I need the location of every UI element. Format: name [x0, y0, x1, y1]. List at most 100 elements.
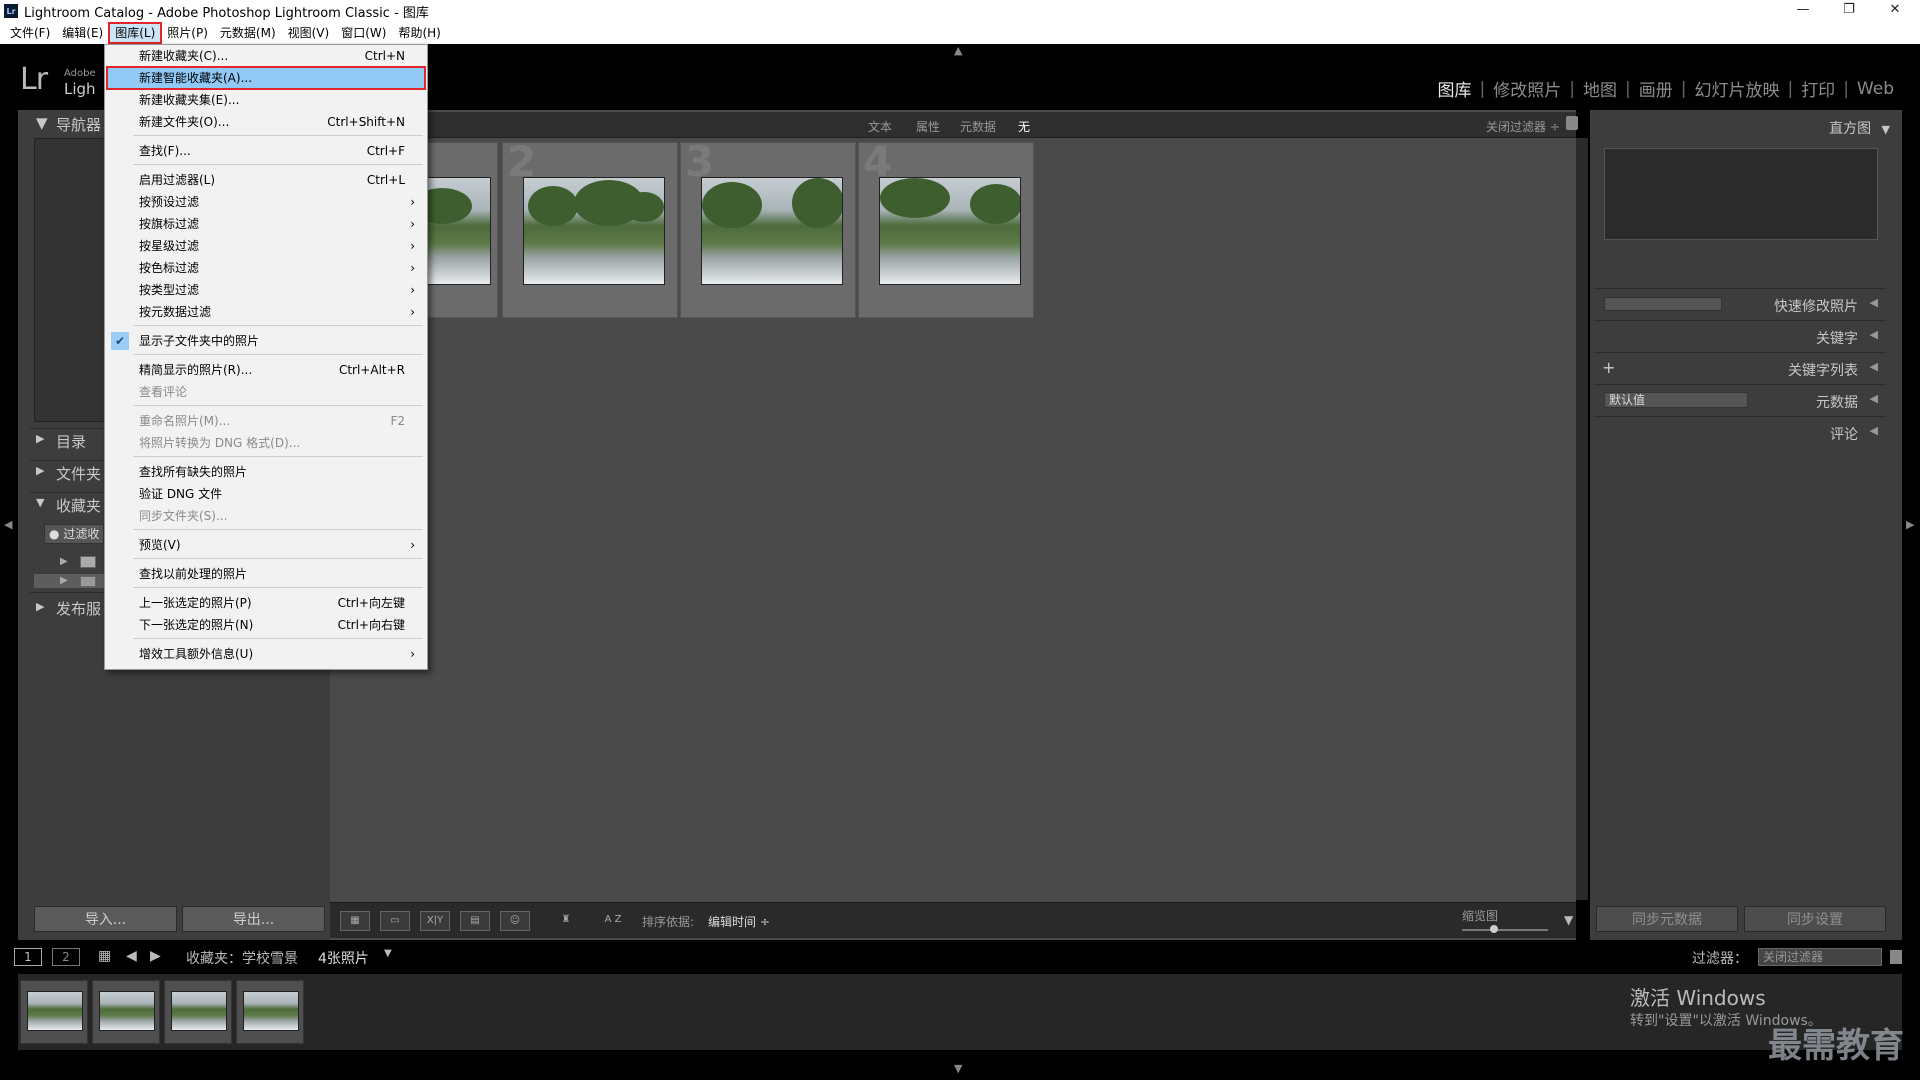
collections-header[interactable]: 收藏夹: [56, 495, 101, 516]
module-web[interactable]: Web: [1849, 79, 1902, 99]
menu-item-validate-dng[interactable]: 验证 DNG 文件: [107, 483, 425, 505]
menu-item-refine-photos[interactable]: 精简显示的照片(R)... Ctrl+Alt+R: [107, 359, 425, 381]
menu-item-find-missing-photos[interactable]: 查找所有缺失的照片: [107, 461, 425, 483]
filter-text[interactable]: 文本: [868, 118, 892, 135]
top-panel-arrow-icon[interactable]: ▲: [954, 44, 962, 57]
metadata-preset-select[interactable]: 默认值: [1604, 392, 1748, 408]
menu-item-filter-by-color[interactable]: 按色标过滤 ›: [107, 257, 425, 279]
menu-item-show-subfolder-photos[interactable]: ✔ 显示子文件夹中的照片: [107, 330, 425, 352]
menu-item-new-smart-collection[interactable]: 新建智能收藏夹(A)...: [106, 66, 426, 90]
menu-item-filter-by-rating[interactable]: 按星级过滤 ›: [107, 235, 425, 257]
menu-item-previous-selected-photo[interactable]: 上一张选定的照片(P) Ctrl+向左键: [107, 592, 425, 614]
compare-view-icon[interactable]: X|Y: [420, 911, 450, 931]
menu-item-enable-filters[interactable]: 启用过滤器(L) Ctrl+L: [107, 169, 425, 191]
filmstrip-thumbnail[interactable]: [164, 980, 232, 1044]
menu-view[interactable]: 视图(V): [282, 23, 336, 43]
loupe-view-icon[interactable]: ▭: [380, 911, 410, 931]
keywording-arrow-icon[interactable]: ◀: [1870, 328, 1878, 341]
menu-item-new-folder[interactable]: 新建文件夹(O)... Ctrl+Shift+N: [107, 111, 425, 133]
menu-window[interactable]: 窗口(W): [335, 23, 392, 43]
export-button[interactable]: 导出...: [182, 906, 325, 932]
menu-metadata[interactable]: 元数据(M): [214, 23, 282, 43]
filter-attribute[interactable]: 属性: [916, 118, 940, 135]
collection-arrow-icon[interactable]: ▶: [60, 575, 68, 586]
menu-item-plugin-extras[interactable]: 增效工具额外信息(U) ›: [107, 643, 425, 665]
restore-icon[interactable]: ❐: [1826, 0, 1872, 22]
comments-row[interactable]: 评论 ◀: [1594, 416, 1886, 448]
menu-item-new-collection[interactable]: 新建收藏夹(C)... Ctrl+N: [107, 45, 425, 67]
publish-header[interactable]: 发布服: [56, 598, 101, 619]
menu-item-next-selected-photo[interactable]: 下一张选定的照片(N) Ctrl+向右键: [107, 614, 425, 636]
filter-metadata[interactable]: 元数据: [960, 118, 996, 135]
metadata-arrow-icon[interactable]: ◀: [1870, 392, 1878, 405]
grid-cell[interactable]: 2: [502, 137, 678, 318]
sync-settings-button[interactable]: 同步设置: [1744, 906, 1886, 932]
menu-item-find[interactable]: 查找(F)... Ctrl+F: [107, 140, 425, 162]
keywording-row[interactable]: 关键字 ◀: [1594, 320, 1886, 352]
people-view-icon[interactable]: ☺: [500, 911, 530, 931]
sort-direction-icon[interactable]: A Z: [598, 911, 628, 931]
photo-count[interactable]: 4张照片: [318, 948, 369, 968]
grid-icon[interactable]: ▦: [98, 948, 111, 964]
module-develop[interactable]: 修改照片: [1485, 76, 1569, 101]
filter-none[interactable]: 无: [1018, 118, 1030, 135]
histogram-header[interactable]: 直方图 ▼: [1600, 118, 1890, 138]
menu-file[interactable]: 文件(F): [4, 23, 56, 43]
module-library[interactable]: 图库: [1430, 76, 1480, 101]
filmstrip-source[interactable]: 收藏夹：学校雪景: [186, 948, 298, 968]
folders-header[interactable]: 文件夹: [56, 463, 101, 484]
quick-develop-row[interactable]: 快速修改照片 ◀: [1594, 288, 1886, 320]
menu-item-filter-by-kind[interactable]: 按类型过滤 ›: [107, 279, 425, 301]
grid-scrollbar[interactable]: [1576, 138, 1588, 900]
photo-thumbnail[interactable]: [879, 177, 1021, 285]
thumbnail-size-slider[interactable]: [1462, 929, 1548, 931]
keyword-list-row[interactable]: + 关键字列表 ◀: [1594, 352, 1886, 384]
grid-cell[interactable]: 4: [858, 137, 1034, 318]
module-print[interactable]: 打印: [1793, 76, 1843, 101]
navigator-arrow-icon[interactable]: ▼: [36, 114, 48, 132]
catalog-header[interactable]: 目录: [56, 431, 86, 452]
catalog-arrow-icon[interactable]: ▶: [36, 432, 44, 445]
add-keyword-icon[interactable]: +: [1602, 358, 1615, 377]
menu-photo[interactable]: 照片(P): [161, 23, 214, 43]
navigator-header[interactable]: 导航器: [56, 114, 101, 135]
toolbar-menu-icon[interactable]: ▼: [1564, 913, 1573, 927]
grid-view-icon[interactable]: ▦: [340, 911, 370, 931]
collection-filter-input[interactable]: ● 过滤收: [44, 524, 104, 544]
import-button[interactable]: 导入...: [34, 906, 177, 932]
right-panel-toggle-icon[interactable]: ▶: [1906, 518, 1914, 531]
filter-preset-select[interactable]: 关闭过滤器 ÷: [1486, 118, 1560, 135]
metadata-row[interactable]: 默认值 元数据 ◀: [1594, 384, 1886, 416]
module-book[interactable]: 画册: [1631, 76, 1681, 101]
menu-item-previews[interactable]: 预览(V) ›: [107, 534, 425, 556]
histogram-arrow-icon[interactable]: ▼: [1882, 123, 1890, 136]
menu-item-new-collection-set[interactable]: 新建收藏夹集(E)...: [107, 89, 425, 111]
filter-select[interactable]: 关闭过滤器: [1758, 948, 1882, 966]
menu-library[interactable]: 图库(L): [108, 22, 163, 44]
menu-item-find-previous-processed[interactable]: 查找以前处理的照片: [107, 563, 425, 585]
left-panel-toggle-icon[interactable]: ◀: [4, 518, 12, 531]
forward-arrow-icon[interactable]: ▶: [150, 948, 161, 964]
painter-icon[interactable]: ♜: [558, 911, 574, 931]
filmstrip-thumbnail[interactable]: [236, 980, 304, 1044]
lock-icon[interactable]: [1566, 116, 1578, 130]
keyword-list-arrow-icon[interactable]: ◀: [1870, 360, 1878, 373]
back-arrow-icon[interactable]: ◀: [126, 948, 137, 964]
source-dropdown-icon[interactable]: ▼: [384, 948, 392, 959]
filter-lock-icon[interactable]: [1890, 950, 1902, 964]
sort-select[interactable]: 编辑时间 ÷: [708, 913, 770, 930]
menu-item-filter-by-flag[interactable]: 按旗标过滤 ›: [107, 213, 425, 235]
primary-window-button[interactable]: 1: [14, 948, 42, 966]
module-map[interactable]: 地图: [1575, 76, 1625, 101]
folders-arrow-icon[interactable]: ▶: [36, 464, 44, 477]
publish-arrow-icon[interactable]: ▶: [36, 600, 44, 613]
photo-thumbnail[interactable]: [701, 177, 843, 285]
filmstrip-thumbnail[interactable]: [20, 980, 88, 1044]
quick-develop-arrow-icon[interactable]: ◀: [1870, 296, 1878, 309]
sync-metadata-button[interactable]: 同步元数据: [1596, 906, 1738, 932]
minimize-icon[interactable]: —: [1780, 0, 1826, 22]
slider-handle[interactable]: [1490, 925, 1498, 933]
photo-thumbnail[interactable]: [523, 177, 665, 285]
menu-help[interactable]: 帮助(H): [392, 23, 446, 43]
survey-view-icon[interactable]: ▤: [460, 911, 490, 931]
